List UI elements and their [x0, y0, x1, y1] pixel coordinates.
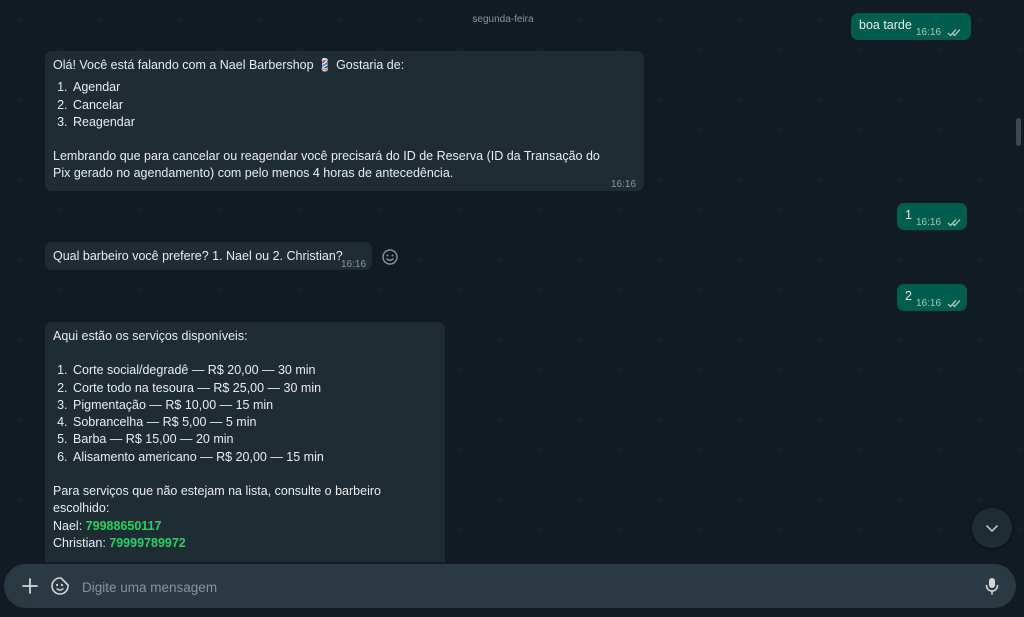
message-time-text: 16:16 — [916, 298, 942, 309]
sticker-icon[interactable] — [50, 576, 70, 596]
menu-option: Reagendar — [71, 114, 636, 131]
message-input[interactable] — [80, 574, 964, 600]
menu-option: Agendar — [71, 79, 636, 96]
message-time: 16:16 — [916, 24, 961, 41]
plus-icon[interactable] — [20, 576, 40, 596]
incoming-message-barber-question[interactable]: Qual barbeiro você prefere? 1. Nael ou 2… — [45, 242, 372, 270]
service-item: Alisamento americano — R$ 20,00 — 15 min — [71, 449, 437, 466]
composer-box — [4, 564, 1016, 608]
contact-nael: Nael: 79988650117 — [53, 518, 437, 535]
composer — [0, 562, 1024, 617]
message-time: 16:16 — [916, 214, 961, 231]
microphone-icon[interactable] — [982, 576, 1002, 596]
menu-note: Lembrando que para cancelar ou reagendar… — [53, 149, 600, 181]
contact-name: Nael: — [53, 518, 83, 533]
emoji-react-icon[interactable] — [381, 248, 399, 266]
message-time: 16:16 — [916, 295, 961, 312]
day-label: segunda-feira — [472, 14, 534, 25]
menu-options: Agendar Cancelar Reagendar — [53, 79, 636, 131]
chat-pane: segunda-feira boa tarde 16:16 Olá! Você … — [0, 0, 1024, 562]
message-time: 16:16 — [341, 259, 367, 270]
services-intro: Aqui estão os serviços disponíveis: — [53, 329, 248, 343]
message-text: 1 — [905, 208, 912, 222]
message-time-text: 16:16 — [916, 217, 942, 228]
outgoing-message-2[interactable]: 2 16:16 — [897, 284, 967, 311]
double-check-icon — [947, 299, 961, 308]
double-check-icon — [947, 218, 961, 227]
menu-option: Cancelar — [71, 97, 636, 114]
service-item: Barba — R$ 15,00 — 20 min — [71, 431, 437, 448]
outgoing-message-1[interactable]: 1 16:16 — [897, 203, 967, 230]
message-text: 2 — [905, 289, 912, 303]
contact-name: Christian: — [53, 535, 106, 550]
chevron-down-icon — [986, 525, 998, 533]
contact-christian: Christian: 79999789972 — [53, 535, 437, 552]
message-text: Qual barbeiro você prefere? 1. Nael ou 2… — [53, 249, 343, 263]
scroll-to-bottom-button[interactable] — [972, 508, 1012, 548]
services-list: Corte social/degradê — R$ 20,00 — 30 min… — [53, 362, 437, 466]
service-item: Sobrancelha — R$ 5,00 — 5 min — [71, 414, 437, 431]
service-item: Corte todo na tesoura — R$ 25,00 — 30 mi… — [71, 380, 437, 397]
services-footer: Para serviços que não estejam na lista, … — [53, 484, 381, 516]
message-text: boa tarde — [859, 18, 912, 32]
menu-intro: Olá! Você está falando com a Nael Barber… — [53, 58, 405, 72]
outgoing-message-boa-tarde[interactable]: boa tarde 16:16 — [851, 13, 971, 40]
incoming-message-services[interactable]: Aqui estão os serviços disponíveis: Cort… — [45, 322, 445, 562]
phone-link-christian[interactable]: 79999789972 — [109, 536, 185, 550]
double-check-icon — [947, 28, 961, 37]
phone-link-nael[interactable]: 79988650117 — [86, 519, 162, 533]
incoming-message-menu[interactable]: Olá! Você está falando com a Nael Barber… — [45, 51, 644, 191]
message-time-text: 16:16 — [916, 27, 942, 38]
service-item: Corte social/degradê — R$ 20,00 — 30 min — [71, 362, 437, 379]
message-time: 16:16 — [611, 179, 637, 190]
scrollbar[interactable] — [1016, 118, 1021, 146]
service-item: Pigmentação — R$ 10,00 — 15 min — [71, 397, 437, 414]
